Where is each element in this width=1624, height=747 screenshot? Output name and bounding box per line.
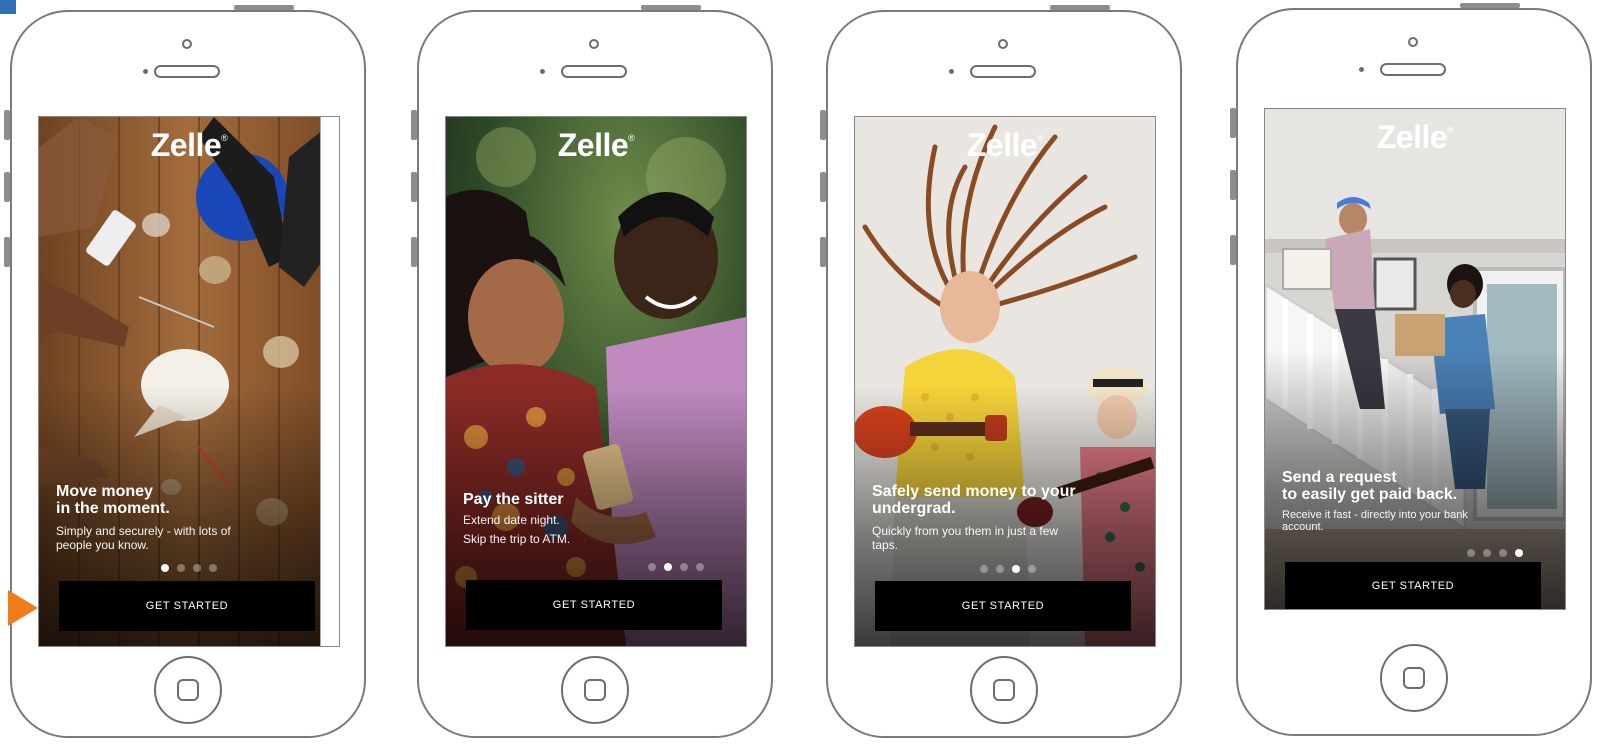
get-started-button[interactable]: GET STARTED xyxy=(1285,562,1541,609)
page-dot-3[interactable] xyxy=(1499,549,1507,557)
front-camera xyxy=(998,39,1008,49)
earpiece-speaker xyxy=(1380,63,1446,76)
front-camera xyxy=(589,39,599,49)
home-button-icon[interactable] xyxy=(1380,644,1448,712)
mute-switch xyxy=(1230,108,1236,138)
page-dot-1[interactable] xyxy=(161,564,169,572)
page-indicator xyxy=(1265,544,1565,557)
get-started-button[interactable]: GET STARTED xyxy=(875,581,1131,631)
page-dot-1[interactable] xyxy=(648,563,656,571)
zelle-logo: Zelle® xyxy=(557,127,635,163)
onboarding-screen-1: Zelle® Move money in the moment. Simply … xyxy=(38,116,340,647)
volume-down-button xyxy=(411,237,417,267)
earpiece-speaker xyxy=(154,65,220,78)
volume-up-button xyxy=(411,172,417,202)
power-button xyxy=(1460,3,1520,8)
mute-switch xyxy=(411,110,417,140)
zelle-logo: Zelle® xyxy=(1376,119,1454,155)
power-button xyxy=(1050,5,1110,10)
headline: Pay the sitter xyxy=(463,491,564,508)
front-camera xyxy=(182,39,192,49)
page-dot-3[interactable] xyxy=(193,564,201,572)
onboarding-screen-3: Zelle® Safely send money to your undergr… xyxy=(854,116,1156,647)
volume-down-button xyxy=(820,237,826,267)
subtext: Quickly from you them in just a few taps… xyxy=(872,524,1059,552)
proximity-sensor xyxy=(1359,67,1364,72)
headline: Safely send money to your undergrad. xyxy=(872,483,1076,517)
page-indicator xyxy=(855,560,1155,573)
phone-mockup-3: Zelle® Safely send money to your undergr… xyxy=(820,5,1182,738)
onboarding-screen-2: Zelle® Pay the sitter Extend date night.… xyxy=(445,116,747,647)
headline: Move money in the moment. xyxy=(56,483,170,517)
volume-down-button xyxy=(4,237,10,267)
page-dot-4[interactable] xyxy=(1515,549,1523,557)
page-dot-4[interactable] xyxy=(209,564,217,572)
subtext: Extend date night. Skip the trip to ATM. xyxy=(463,513,571,546)
page-dot-2[interactable] xyxy=(664,563,672,571)
onboarding-copy: Send a request to easily get paid back. … xyxy=(1282,469,1551,533)
next-screen-edge xyxy=(320,117,339,646)
page-dot-2[interactable] xyxy=(1483,549,1491,557)
earpiece-speaker xyxy=(970,65,1036,78)
onboarding-screen-4: Zelle® Send a request to easily get paid… xyxy=(1264,108,1566,610)
earpiece-speaker xyxy=(561,65,627,78)
mute-switch xyxy=(820,110,826,140)
mute-switch xyxy=(4,110,10,140)
page-dot-3[interactable] xyxy=(680,563,688,571)
power-button xyxy=(234,5,294,10)
phone-mockup-4: Zelle® Send a request to easily get paid… xyxy=(1230,3,1592,736)
subtext: Receive it fast - directly into your ban… xyxy=(1282,509,1468,533)
home-button-icon[interactable] xyxy=(561,656,629,724)
home-button-icon[interactable] xyxy=(154,656,222,724)
volume-down-button xyxy=(1230,235,1236,265)
proximity-sensor xyxy=(540,69,545,74)
zelle-logo: Zelle® xyxy=(150,127,228,163)
current-screen-arrow-icon xyxy=(8,590,38,626)
page-dot-4[interactable] xyxy=(1028,565,1036,573)
subtext: Simply and securely - with lots of peopl… xyxy=(56,524,231,552)
home-button-icon[interactable] xyxy=(970,656,1038,724)
proximity-sensor xyxy=(143,69,148,74)
headline: Send a request to easily get paid back. xyxy=(1282,469,1458,503)
power-button xyxy=(641,5,701,10)
zelle-logo: Zelle® xyxy=(966,127,1044,163)
volume-up-button xyxy=(1230,170,1236,200)
page-dot-2[interactable] xyxy=(177,564,185,572)
page-dot-2[interactable] xyxy=(996,565,1004,573)
volume-up-button xyxy=(820,172,826,202)
front-camera xyxy=(1408,37,1418,47)
page-dot-3[interactable] xyxy=(1012,565,1020,573)
proximity-sensor xyxy=(949,69,954,74)
onboarding-copy: Safely send money to your undergrad. Qui… xyxy=(872,483,1141,552)
page-dot-4[interactable] xyxy=(696,563,704,571)
page-indicator xyxy=(446,558,746,571)
page-indicator xyxy=(39,559,339,572)
phone-mockup-2: Zelle® Pay the sitter Extend date night.… xyxy=(411,5,773,738)
corner-marker xyxy=(0,0,16,14)
get-started-button[interactable]: GET STARTED xyxy=(59,581,315,631)
volume-up-button xyxy=(4,172,10,202)
page-dot-1[interactable] xyxy=(1467,549,1475,557)
get-started-button[interactable]: GET STARTED xyxy=(466,580,722,630)
page-dot-1[interactable] xyxy=(980,565,988,573)
phone-mockup-1: Zelle® Move money in the moment. Simply … xyxy=(4,5,366,738)
onboarding-copy: Move money in the moment. Simply and sec… xyxy=(56,483,325,552)
onboarding-copy: Pay the sitter Extend date night. Skip t… xyxy=(463,491,732,549)
